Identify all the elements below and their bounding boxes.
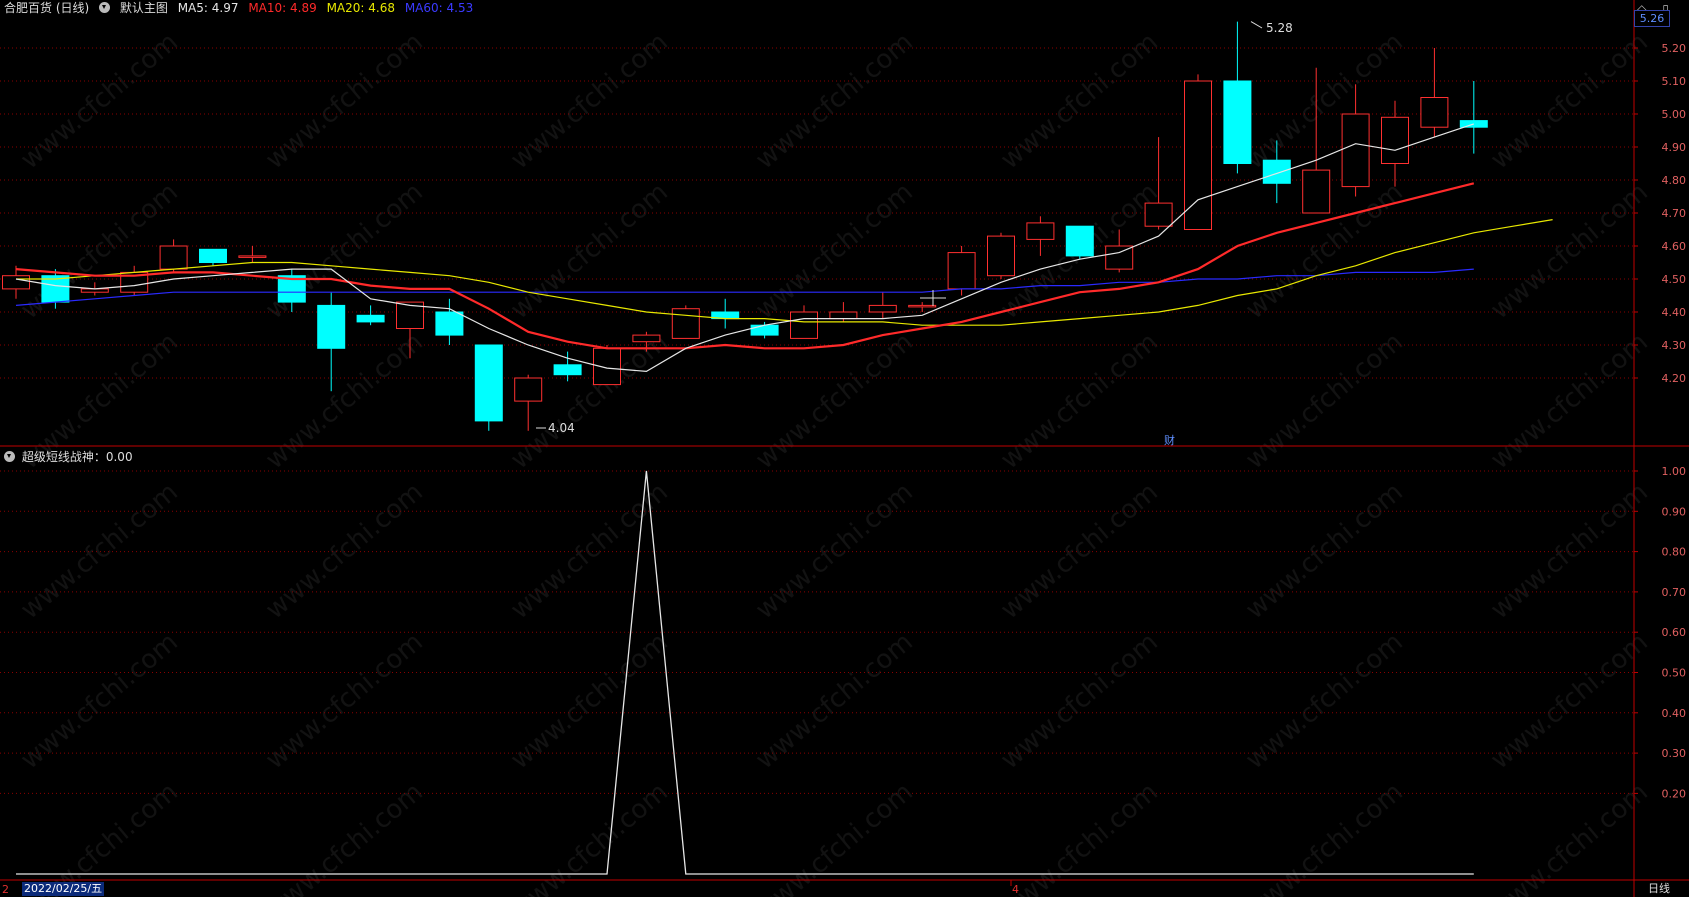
candle-body[interactable] xyxy=(474,344,503,422)
candle-body[interactable] xyxy=(1144,202,1173,227)
candle-body[interactable] xyxy=(908,304,937,308)
candle-body[interactable] xyxy=(1105,245,1134,270)
y-tick-label: 5.00 xyxy=(1662,108,1687,121)
candle-body[interactable] xyxy=(790,311,818,339)
indicator-tick-label: 0.30 xyxy=(1662,747,1687,760)
period-button[interactable]: 日线 xyxy=(1648,882,1670,896)
stock-title: 合肥百货 (日线) xyxy=(4,1,90,15)
watermark-text: www.cfchi.com xyxy=(1485,327,1654,475)
candle-body[interactable] xyxy=(750,324,779,336)
watermark-text: www.cfchi.com xyxy=(260,27,429,175)
candle-body[interactable] xyxy=(1302,169,1331,214)
watermark-text: www.cfchi.com xyxy=(1485,177,1654,325)
watermark-text: www.cfchi.com xyxy=(15,27,184,175)
watermark-text: www.cfchi.com xyxy=(1485,777,1654,897)
candle-body[interactable] xyxy=(356,314,385,323)
watermark-text: www.cfchi.com xyxy=(1240,327,1409,475)
candle-body[interactable] xyxy=(671,308,700,339)
ma5-label: MA5: 4.97 xyxy=(177,1,239,15)
candle-body[interactable] xyxy=(41,275,70,303)
current-price-box: 5.26 xyxy=(1634,10,1670,27)
candle-body[interactable] xyxy=(1420,97,1449,128)
candle-body[interactable] xyxy=(159,245,188,270)
watermark-text: www.cfchi.com xyxy=(1485,27,1654,175)
watermark-text: www.cfchi.com xyxy=(260,777,429,897)
candle-body[interactable] xyxy=(2,275,30,290)
watermark-text: www.cfchi.com xyxy=(260,327,429,475)
high-pointer xyxy=(1250,21,1263,29)
low-annotation: 4.04 xyxy=(548,421,575,435)
candle-body[interactable] xyxy=(553,364,582,376)
y-tick-label: 4.30 xyxy=(1662,339,1687,352)
indicator-tick-label: 0.70 xyxy=(1662,586,1687,599)
indicator-tick-label: 0.20 xyxy=(1662,787,1687,800)
y-tick-label: 4.50 xyxy=(1662,273,1687,286)
candle-body[interactable] xyxy=(199,248,227,264)
indicator-name[interactable]: 超级短线战神 xyxy=(22,450,94,464)
watermark-text: www.cfchi.com xyxy=(995,327,1164,475)
high-annotation: 5.28 xyxy=(1266,21,1293,35)
indicator-tick-label: 1.00 xyxy=(1662,465,1687,478)
indicator-tick-label: 0.40 xyxy=(1662,707,1687,720)
candle-body[interactable] xyxy=(987,235,1015,277)
candle-body[interactable] xyxy=(238,255,267,258)
candle-body[interactable] xyxy=(317,304,346,349)
watermark-text: www.cfchi.com xyxy=(1240,777,1409,897)
candle-body[interactable] xyxy=(1184,80,1212,230)
date-label: 2022/02/25/五 xyxy=(22,882,105,896)
watermark-text: www.cfchi.com xyxy=(505,777,674,897)
watermark-text: www.cfchi.com xyxy=(750,177,919,325)
indicator-value: 0.00 xyxy=(105,450,133,464)
kline-chart[interactable]: www.cfchi.com www.cfchi.com www.cfchi.com w… xyxy=(0,0,1689,897)
y-tick-label: 5.20 xyxy=(1662,42,1687,55)
chevron-down-icon[interactable] xyxy=(99,2,111,13)
y-tick-label: 4.20 xyxy=(1662,372,1687,385)
candle-body[interactable] xyxy=(1262,159,1291,184)
watermark-text: www.cfchi.com xyxy=(750,777,919,897)
chevron-down-icon[interactable] xyxy=(4,451,15,462)
ma10-line xyxy=(15,182,1475,350)
watermark-text: www.cfchi.com xyxy=(750,27,919,175)
candle-body[interactable] xyxy=(1381,116,1409,165)
candle-body[interactable] xyxy=(1459,120,1488,128)
date-mark: 4 xyxy=(1012,883,1019,896)
candle-body[interactable] xyxy=(632,334,661,343)
y-tick-label: 4.40 xyxy=(1662,306,1687,319)
candle-body[interactable] xyxy=(829,311,858,320)
candle-body[interactable] xyxy=(514,377,543,402)
watermark-text: www.cfchi.com xyxy=(505,27,674,175)
candle-body[interactable] xyxy=(593,347,621,386)
watermark-text: www.cfchi.com xyxy=(995,27,1164,175)
y-tick-label: 5.10 xyxy=(1662,75,1687,88)
indicator-tick-label: 0.80 xyxy=(1662,546,1687,559)
ma60-label: MA60: 4.53 xyxy=(404,1,474,15)
watermark-text: www.cfchi.com xyxy=(505,177,674,325)
y-tick-label: 4.70 xyxy=(1662,207,1687,220)
y-tick-label: 4.80 xyxy=(1662,174,1687,187)
y-tick-label: 4.60 xyxy=(1662,240,1687,253)
main-chart-header: 合肥百货 (日线) 默认主图 MA5: 4.97 MA10: 4.89 MA20… xyxy=(4,0,479,16)
candle-body[interactable] xyxy=(435,311,464,336)
watermark-text: www.cfchi.com xyxy=(995,777,1164,897)
candle-body[interactable] xyxy=(1341,113,1370,188)
template-name[interactable]: 默认主图 xyxy=(120,1,168,15)
candle-body[interactable] xyxy=(947,252,976,290)
candle-body[interactable] xyxy=(1065,225,1094,257)
watermark-text: www.cfchi.com xyxy=(15,777,184,897)
y-tick-label: 4.90 xyxy=(1662,141,1687,154)
indicator-tick-label: 0.60 xyxy=(1662,626,1687,639)
candle-body[interactable] xyxy=(1026,222,1055,240)
finance-marker[interactable]: 财 xyxy=(1164,433,1175,447)
watermark-text: www.cfchi.com xyxy=(750,477,919,625)
ma20-label: MA20: 4.68 xyxy=(326,1,395,15)
candle-body[interactable] xyxy=(1223,80,1252,164)
indicator-tick-label: 0.90 xyxy=(1662,505,1687,518)
candle-body[interactable] xyxy=(868,304,897,313)
indicator-tick-label: 0.50 xyxy=(1662,667,1687,680)
ma10-label: MA10: 4.89 xyxy=(248,1,317,15)
watermark-text: www.cfchi.com xyxy=(750,627,919,775)
date-mark: 2 xyxy=(2,883,9,896)
indicator-header: 超级短线战神：0.00 xyxy=(4,449,133,465)
